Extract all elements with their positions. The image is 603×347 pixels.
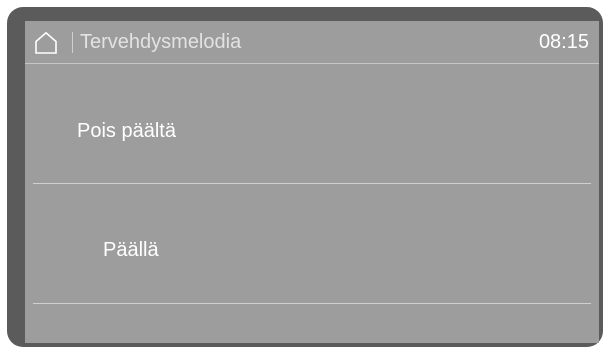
display-screen: Tervehdysmelodia 08:15 Pois päältä Pääll… <box>25 21 599 343</box>
device-frame: Tervehdysmelodia 08:15 Pois päältä Pääll… <box>7 7 603 347</box>
option-divider <box>33 303 591 304</box>
option-label: Pois päältä <box>77 120 176 142</box>
option-label: Päällä <box>103 239 159 261</box>
clock: 08:15 <box>538 31 589 53</box>
header-bar: Tervehdysmelodia 08:15 <box>25 21 599 63</box>
option-paalla[interactable]: Päällä <box>25 184 599 303</box>
home-icon <box>35 31 57 54</box>
option-pois-paalta[interactable]: Pois päältä <box>25 64 599 183</box>
page-title: Tervehdysmelodia <box>80 31 242 53</box>
home-button[interactable] <box>34 31 58 55</box>
header-divider <box>72 32 73 53</box>
